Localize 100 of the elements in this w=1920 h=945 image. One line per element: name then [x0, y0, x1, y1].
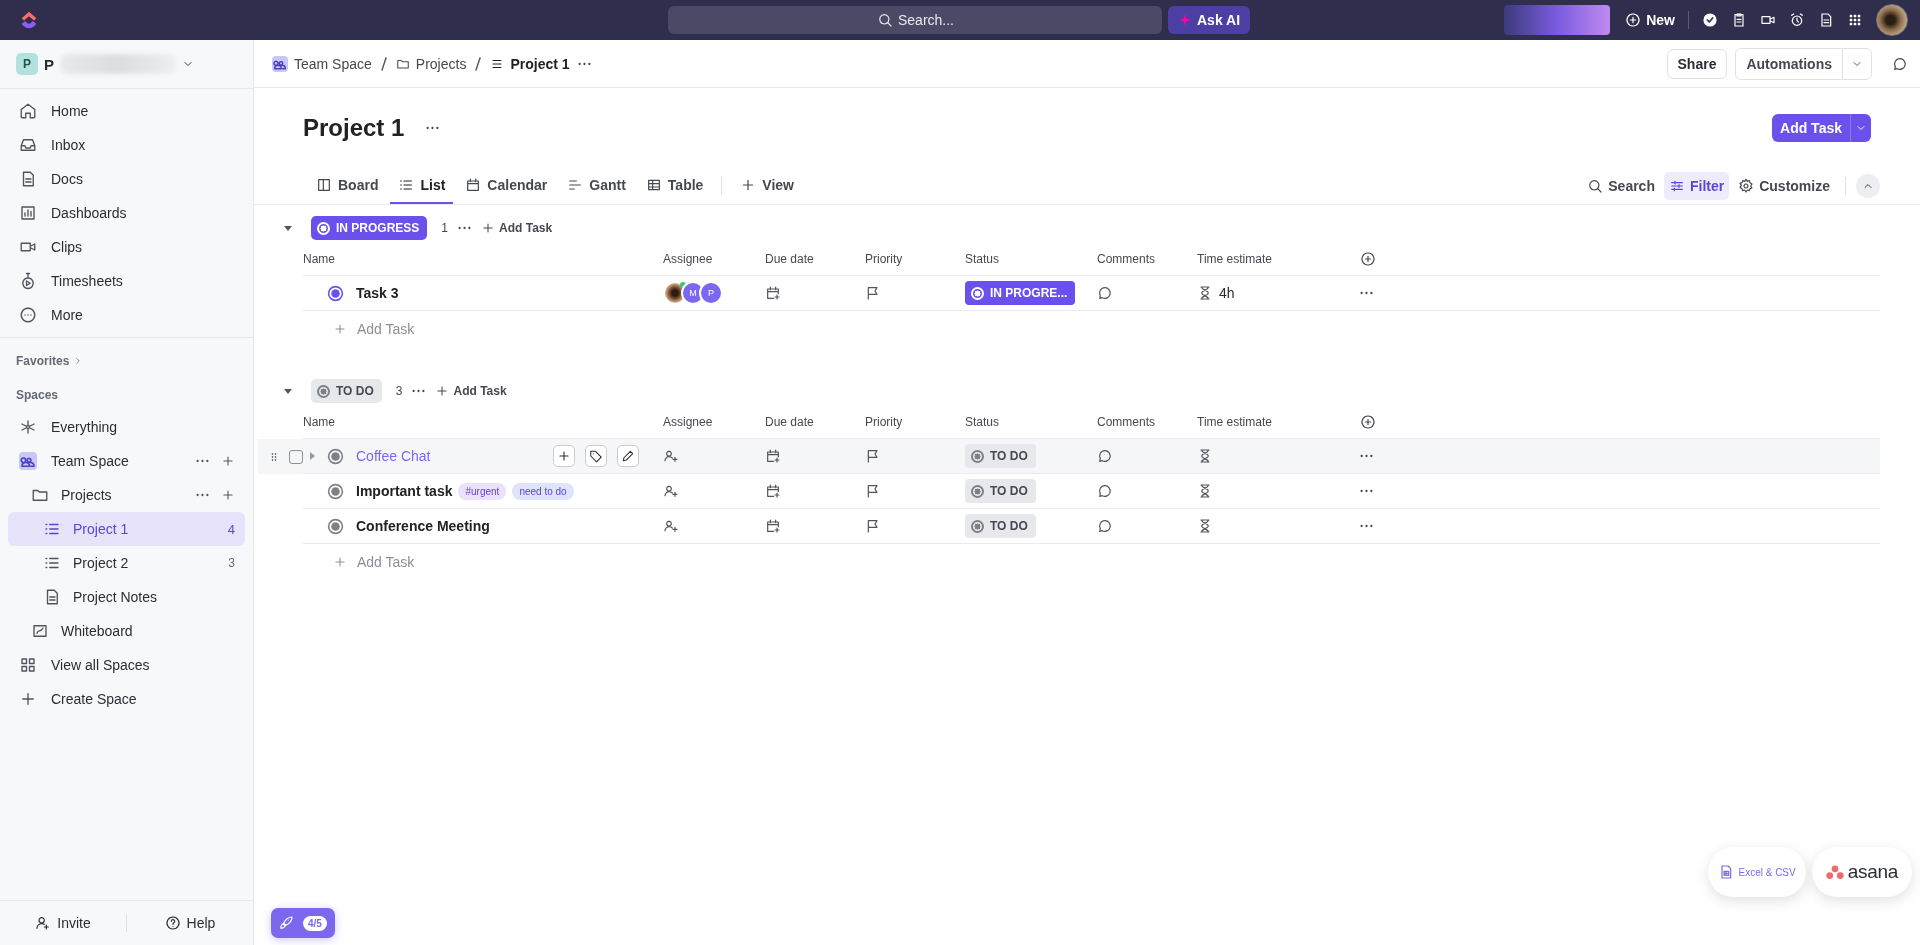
- promo-banner[interactable]: [1504, 5, 1611, 35]
- add-subtask-button[interactable]: [553, 445, 575, 467]
- column-header[interactable]: Due date: [765, 415, 865, 429]
- calendar-icon[interactable]: [765, 285, 781, 301]
- task-name[interactable]: Conference Meeting: [356, 518, 490, 534]
- asana-import-button[interactable]: asana: [1811, 847, 1912, 897]
- tag[interactable]: #urgent: [458, 482, 507, 500]
- toolbar-button[interactable]: Customize: [1733, 172, 1835, 200]
- status-badge[interactable]: TO DO: [965, 444, 1036, 468]
- column-header[interactable]: Comments: [1097, 415, 1197, 429]
- column-header[interactable]: Name: [303, 252, 663, 266]
- caret-icon[interactable]: [283, 223, 293, 233]
- sidebar-item[interactable]: Project 2 3: [8, 546, 245, 580]
- column-header[interactable]: Priority: [865, 252, 965, 266]
- add-assignee-icon[interactable]: [663, 448, 679, 464]
- status-icon[interactable]: [327, 284, 344, 302]
- avatar[interactable]: [663, 281, 687, 305]
- add-view-button[interactable]: View: [732, 168, 802, 204]
- caret-icon[interactable]: [283, 386, 293, 396]
- more-icon[interactable]: [1360, 524, 1373, 528]
- excel-import-button[interactable]: Excel & CSV: [1708, 847, 1806, 897]
- nav-item[interactable]: More: [8, 298, 245, 332]
- flag-icon[interactable]: [865, 483, 881, 499]
- view-tab[interactable]: Gantt: [559, 168, 634, 204]
- ask-ai-button[interactable]: Ask AI: [1168, 6, 1251, 34]
- sidebar-item[interactable]: Whiteboard: [8, 614, 245, 648]
- chat-bubble-icon[interactable]: [1892, 55, 1908, 72]
- column-header[interactable]: Status: [965, 415, 1097, 429]
- toolbar-button[interactable]: Filter: [1663, 172, 1730, 200]
- column-header[interactable]: Status: [965, 252, 1097, 266]
- breadcrumb-link[interactable]: Project 1: [490, 55, 570, 72]
- column-header[interactable]: Priority: [865, 415, 965, 429]
- comment-icon[interactable]: [1097, 448, 1113, 464]
- column-header[interactable]: Time estimate: [1197, 252, 1360, 266]
- breadcrumb-link[interactable]: Projects: [395, 55, 467, 72]
- view-tab[interactable]: Table: [637, 168, 712, 204]
- expand-arrow-icon[interactable]: [307, 451, 317, 461]
- more-icon[interactable]: [1360, 489, 1373, 493]
- more-icon[interactable]: [458, 226, 472, 230]
- sidebar-item[interactable]: Project Notes: [8, 580, 245, 614]
- task-name[interactable]: Coffee Chat: [356, 448, 431, 464]
- tag[interactable]: need to do: [512, 482, 574, 500]
- comment-icon[interactable]: [1097, 285, 1113, 301]
- workspace-avatar[interactable]: P: [16, 53, 38, 75]
- nav-item[interactable]: Inbox: [8, 128, 245, 162]
- sidebar-item[interactable]: Projects: [8, 478, 245, 512]
- status-badge[interactable]: TO DO: [311, 379, 382, 403]
- nav-item[interactable]: Docs: [8, 162, 245, 196]
- status-badge[interactable]: IN PROGRESS: [311, 216, 428, 240]
- column-header[interactable]: Assignee: [663, 252, 765, 266]
- add-assignee-icon[interactable]: [663, 483, 679, 499]
- status-badge[interactable]: TO DO: [965, 479, 1036, 503]
- sidebar-item[interactable]: Everything: [8, 410, 245, 444]
- column-header[interactable]: Time estimate: [1197, 415, 1360, 429]
- alarm-clock-icon[interactable]: [1789, 12, 1805, 28]
- add-task-button[interactable]: Add Task: [435, 384, 507, 398]
- more-icon[interactable]: [412, 389, 426, 393]
- time-estimate[interactable]: 4h: [1219, 285, 1235, 301]
- clipboard-icon[interactable]: [1731, 12, 1747, 28]
- add-column-icon[interactable]: [1360, 251, 1376, 267]
- flag-icon[interactable]: [865, 285, 881, 301]
- comment-icon[interactable]: [1097, 518, 1113, 534]
- edit-button[interactable]: [617, 445, 639, 467]
- more-icon[interactable]: [426, 126, 440, 130]
- share-button[interactable]: Share: [1666, 48, 1728, 79]
- help-button[interactable]: Help: [127, 915, 253, 931]
- nav-item[interactable]: Clips: [8, 230, 245, 264]
- add-task-button[interactable]: Add Task: [481, 221, 553, 235]
- more-icon[interactable]: [1360, 454, 1373, 458]
- calendar-icon[interactable]: [765, 483, 781, 499]
- nav-item[interactable]: Timesheets: [8, 264, 245, 298]
- task-name[interactable]: Important task: [356, 483, 453, 499]
- view-tab[interactable]: List: [390, 168, 454, 204]
- checkbox[interactable]: [289, 449, 303, 464]
- column-header[interactable]: Comments: [1097, 252, 1197, 266]
- status-icon[interactable]: [327, 482, 344, 500]
- sidebar-item[interactable]: View all Spaces: [8, 648, 245, 682]
- calendar-icon[interactable]: [765, 448, 781, 464]
- sidebar-item[interactable]: Create Space: [8, 682, 245, 716]
- more-icon[interactable]: [196, 459, 209, 463]
- more-icon[interactable]: [577, 61, 591, 66]
- column-header[interactable]: Name: [303, 415, 663, 429]
- flag-icon[interactable]: [865, 448, 881, 464]
- avatar[interactable]: P: [699, 281, 723, 305]
- toolbar-button[interactable]: Search: [1582, 172, 1660, 200]
- nav-item[interactable]: Home: [8, 94, 245, 128]
- document-icon[interactable]: [1818, 12, 1834, 28]
- status-icon[interactable]: [327, 517, 344, 535]
- sidebar-item[interactable]: Team Space: [8, 444, 245, 478]
- invite-button[interactable]: Invite: [0, 915, 126, 931]
- workspace-name[interactable]: P: [44, 55, 54, 73]
- search-field[interactable]: Search...: [668, 6, 1162, 34]
- column-header[interactable]: Due date: [765, 252, 865, 266]
- favorites-heading[interactable]: Favorites: [8, 346, 245, 382]
- status-icon[interactable]: [327, 447, 344, 465]
- status-badge[interactable]: IN PROGRE...: [965, 281, 1076, 305]
- view-tab[interactable]: Board: [308, 168, 387, 204]
- sidebar-item[interactable]: Project 1 4: [8, 512, 245, 546]
- status-badge[interactable]: TO DO: [965, 514, 1036, 538]
- onboarding-button[interactable]: 4/5: [271, 908, 335, 938]
